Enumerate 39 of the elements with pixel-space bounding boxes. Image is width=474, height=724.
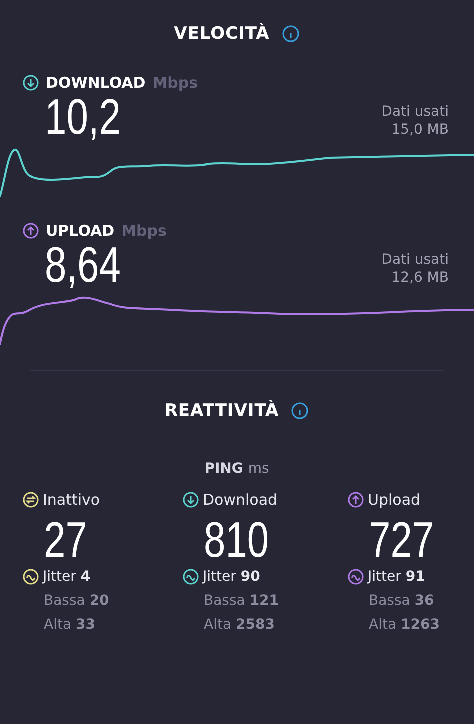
ping-value: 727	[369, 515, 436, 565]
low-text: Bassa 121	[204, 593, 280, 609]
section-title: VELOCITÀ	[174, 24, 270, 44]
data-used-value: 12,6 MB	[392, 270, 449, 286]
high-text: Alta 33	[44, 617, 96, 633]
ping-type-label: Upload	[368, 491, 421, 509]
speed-value: 10,2	[45, 92, 121, 142]
high-text: Alta 1263	[369, 617, 441, 633]
unit-label: Mbps	[152, 74, 198, 92]
download-icon	[23, 75, 39, 91]
data-used-label: Dati usati	[382, 252, 449, 268]
info-icon[interactable]	[291, 402, 310, 420]
info-icon[interactable]	[282, 25, 300, 43]
ping-type-label: Download	[203, 491, 278, 509]
jitter-text: Jitter 4	[43, 569, 91, 585]
ping-type-label: Inattivo	[43, 491, 100, 509]
data-used-label: Dati usati	[382, 104, 449, 120]
ping-value: 810	[204, 515, 270, 565]
arrows-icon	[23, 492, 39, 508]
jitter-text: Jitter 91	[368, 569, 426, 585]
low-text: Bassa 20	[44, 593, 110, 609]
download-icon	[183, 492, 199, 508]
wave-icon	[23, 569, 39, 585]
ping-value: 27	[44, 515, 88, 565]
upload-icon	[23, 223, 39, 239]
wave-icon	[183, 569, 199, 585]
speed-value: 8,64	[45, 240, 121, 290]
upload-icon	[348, 492, 364, 508]
metric-label: DOWNLOAD	[46, 74, 146, 92]
wave-icon	[348, 569, 364, 585]
ping-label: PING	[204, 461, 244, 477]
low-text: Bassa 36	[369, 593, 436, 609]
section-title: REATTIVITÀ	[164, 401, 280, 421]
metric-label: UPLOAD	[46, 222, 115, 240]
data-used-value: 15,0 MB	[392, 122, 449, 138]
unit-label: Mbps	[122, 222, 167, 240]
unit-label: ms	[248, 461, 270, 477]
high-text: Alta 2583	[204, 617, 276, 633]
jitter-text: Jitter 90	[203, 569, 260, 585]
